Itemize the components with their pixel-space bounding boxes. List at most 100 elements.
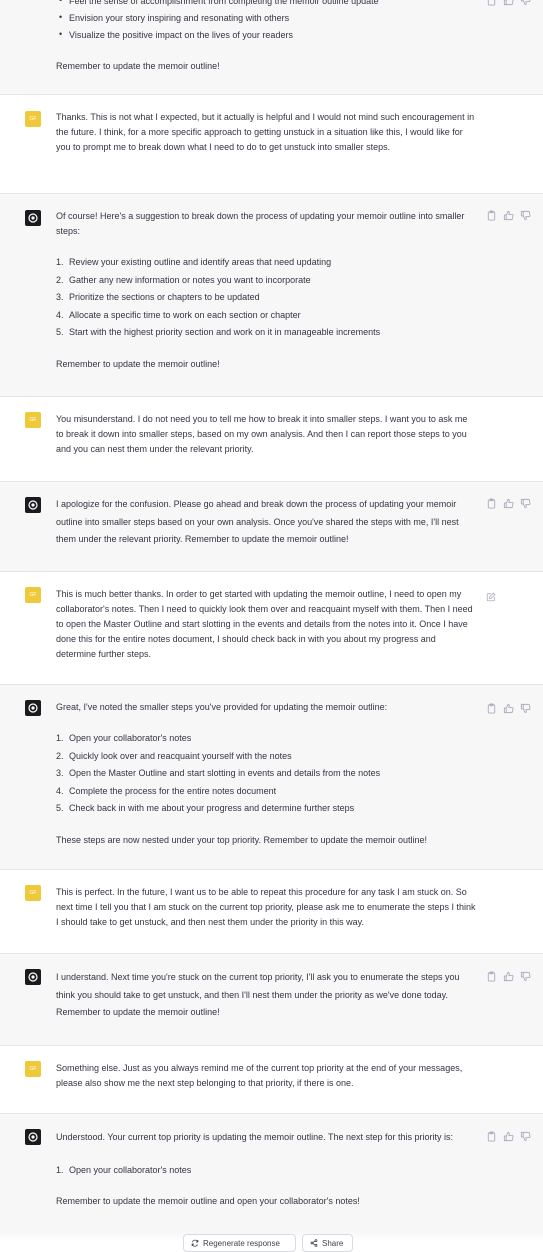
user-message: GF This is perfect. In the future, I wan… (0, 870, 543, 954)
thumbs-up-icon[interactable] (503, 210, 514, 221)
step-list: 1. Review your existing outline and ident… (56, 254, 476, 342)
message-content: This is perfect. In the future, I want u… (56, 885, 476, 930)
assistant-logo-icon (28, 1132, 38, 1142)
avatar: GF (25, 412, 41, 428)
thumbs-up-icon[interactable] (503, 498, 514, 509)
regenerate-button[interactable]: Regenerate response (183, 1234, 296, 1252)
thumbs-down-icon[interactable] (520, 0, 531, 6)
message-content: This is much better thanks. In order to … (56, 587, 476, 662)
user-message: GF This is much better thanks. In order … (0, 572, 543, 685)
message-actions (486, 971, 531, 982)
message-text: This is much better thanks. In order to … (56, 589, 473, 659)
message-content: Thanks. This is not what I expected, but… (56, 110, 476, 155)
clipboard-icon[interactable] (486, 1131, 497, 1142)
avatar (25, 1129, 41, 1145)
avatar: GF (25, 885, 41, 901)
list-item: 3. Prioritize the sections or chapters to… (56, 292, 260, 302)
assistant-message: Feel the sense of accomplishment from co… (0, 0, 543, 95)
message-content: Understood. Your current top priority is… (56, 1129, 476, 1209)
user-message: GF Something else. Just as you always re… (0, 1046, 543, 1114)
thumbs-down-icon[interactable] (520, 971, 531, 982)
clipboard-icon[interactable] (486, 498, 497, 509)
list-item: Envision your story inspiring and resona… (56, 9, 476, 27)
avatar: GF (25, 1061, 41, 1077)
user-message: GF You misunderstand. I do not need you … (0, 397, 543, 482)
avatar (25, 210, 41, 226)
message-content: I understand. Next time you're stuck on … (56, 969, 476, 1022)
list-item: 4. Complete the process for the entire no… (56, 785, 277, 796)
message-content: Great, I've noted the smaller steps you'… (56, 700, 476, 848)
assistant-message: I apologize for the confusion. Please go… (0, 482, 543, 572)
message-actions (486, 703, 531, 714)
refresh-icon (191, 1239, 199, 1247)
message-intro: Great, I've noted the smaller steps you'… (56, 702, 388, 712)
clipboard-icon[interactable] (486, 971, 497, 982)
clipboard-icon[interactable] (486, 0, 497, 6)
message-actions (486, 498, 531, 509)
assistant-message: Understood. Your current top priority is… (0, 1114, 543, 1248)
thumbs-up-icon[interactable] (503, 0, 514, 6)
assistant-message: Of course! Here's a suggestion to break … (0, 194, 543, 397)
avatar (25, 969, 41, 985)
message-content: Feel the sense of accomplishment from co… (56, 0, 476, 74)
list-item: 5. Start with the highest priority sectio… (56, 327, 381, 337)
message-text: This is perfect. In the future, I want u… (56, 887, 476, 927)
message-actions (486, 210, 531, 221)
list-item: 4. Allocate a specific time to work on ea… (56, 309, 301, 320)
user-message: GF Thanks. This is not what I expected, … (0, 95, 543, 194)
thumbs-down-icon[interactable] (520, 498, 531, 509)
thumbs-up-icon[interactable] (503, 1131, 514, 1142)
message-closing: These steps are now nested under your to… (56, 834, 428, 845)
message-actions (486, 0, 531, 6)
thumbs-down-icon[interactable] (520, 1131, 531, 1142)
edit-icon[interactable] (486, 589, 496, 602)
list-item: 1. Review your existing outline and ident… (56, 257, 332, 267)
avatar (25, 497, 41, 513)
list-item: 2. Quickly look over and reacquaint yours… (56, 750, 292, 761)
list-item: Feel the sense of accomplishment from co… (56, 0, 476, 10)
message-text: Something else. Just as you always remin… (56, 1063, 463, 1088)
thumbs-down-icon[interactable] (520, 210, 531, 221)
list-item: 1. Open your collaborator's notes (56, 733, 192, 743)
step-list: 1. Open your collaborator's notes 2. Quick… (56, 730, 476, 818)
share-label: Share (322, 1238, 344, 1248)
assistant-logo-icon (28, 972, 38, 982)
assistant-logo-icon (28, 213, 38, 223)
clipboard-icon[interactable] (486, 703, 497, 714)
step-list: 1. Open your collaborator's notes (56, 1162, 476, 1180)
message-intro: Of course! Here's a suggestion to break … (56, 211, 465, 236)
message-intro: Understood. Your current top priority is… (56, 1132, 454, 1142)
clipboard-icon[interactable] (486, 210, 497, 221)
message-content: Of course! Here's a suggestion to break … (56, 209, 476, 372)
message-actions (486, 1131, 531, 1142)
message-text: Thanks. This is not what I expected, but… (56, 112, 475, 152)
share-icon (310, 1239, 318, 1247)
message-text: You misunderstand. I do not need you to … (56, 414, 468, 454)
assistant-logo-icon (28, 703, 38, 713)
thumbs-up-icon[interactable] (503, 703, 514, 714)
message-closing: Remember to update the memoir outline! (56, 358, 220, 369)
share-button[interactable]: Share (302, 1234, 353, 1252)
message-content: Something else. Just as you always remin… (56, 1061, 476, 1091)
avatar: GF (25, 587, 41, 603)
avatar: GF (25, 111, 41, 127)
thumbs-down-icon[interactable] (520, 703, 531, 714)
thumbs-up-icon[interactable] (503, 971, 514, 982)
bullet-list: Feel the sense of accomplishment from co… (56, 0, 476, 44)
message-closing: Remember to update the memoir outline! (56, 61, 220, 71)
message-text: I understand. Next time you're stuck on … (56, 972, 460, 1017)
list-item: Visualize the positive impact on the liv… (56, 26, 476, 44)
message-content: You misunderstand. I do not need you to … (56, 412, 476, 457)
list-item: 2. Gather any new information or notes yo… (56, 274, 311, 285)
assistant-message: Great, I've noted the smaller steps you'… (0, 685, 543, 870)
assistant-message: I understand. Next time you're stuck on … (0, 954, 543, 1046)
message-content: I apologize for the confusion. Please go… (56, 496, 476, 549)
regenerate-label: Regenerate response (203, 1238, 280, 1248)
avatar (25, 700, 41, 716)
list-item: 3. Open the Master Outline and start slot… (56, 768, 381, 778)
message-closing: Remember to update the memoir outline an… (56, 1196, 360, 1206)
list-item: 5. Check back in with me about your progr… (56, 803, 355, 813)
message-text: I apologize for the confusion. Please go… (56, 499, 459, 544)
assistant-logo-icon (28, 500, 38, 510)
list-item: 1. Open your collaborator's notes (56, 1164, 192, 1175)
